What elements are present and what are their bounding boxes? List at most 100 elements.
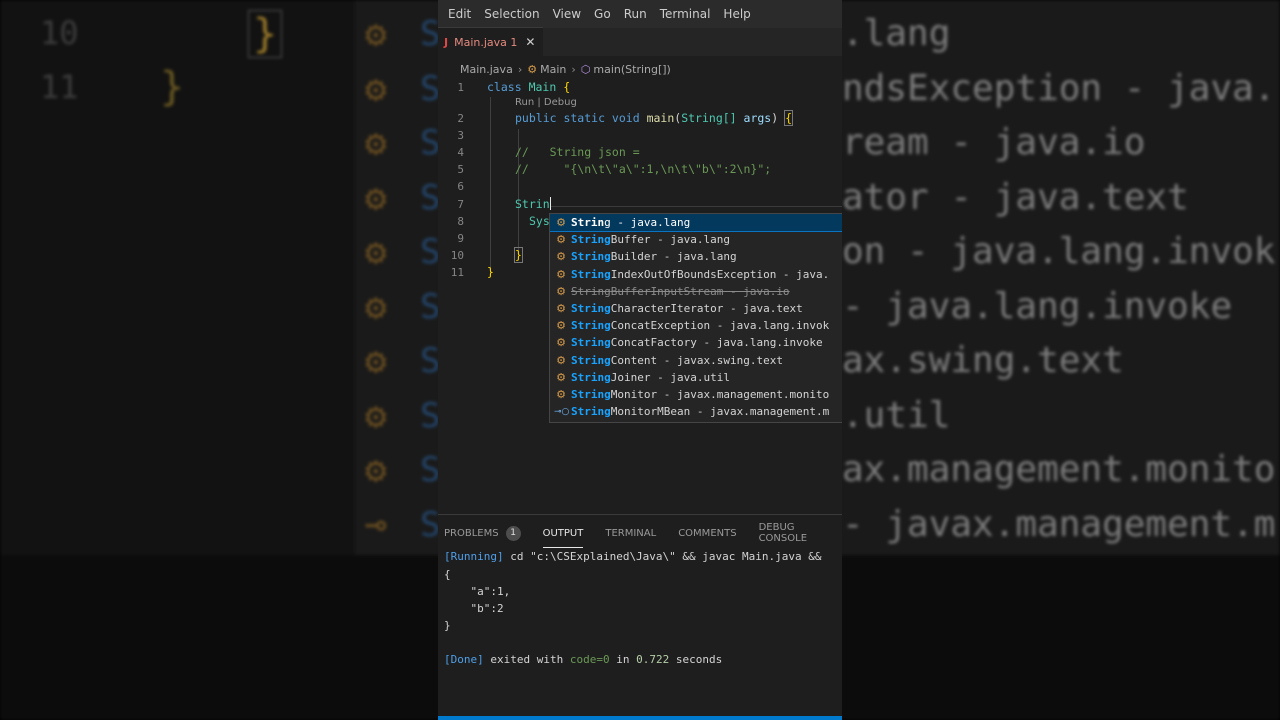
code-line-5: // "{\n\t\"a\":1,\n\t\"b\":2\n}"; — [515, 162, 772, 176]
suggestion-match: String — [571, 233, 611, 247]
menu-help[interactable]: Help — [723, 7, 750, 21]
output-json-line: "a":1, — [444, 585, 511, 598]
suggestion-item[interactable]: ⚙ String BufferInputStream - java.io — [550, 283, 842, 300]
line-number: 5 — [457, 163, 464, 176]
bg-suggestion-text: - javax.management.m — [842, 503, 1276, 545]
bg-class-icon: ⚙ — [365, 14, 387, 55]
paren: ) — [771, 111, 779, 125]
menu-terminal[interactable]: Terminal — [660, 7, 711, 21]
output-json-line: { — [444, 568, 451, 581]
menu-run[interactable]: Run — [624, 7, 647, 21]
suggestion-item[interactable]: ⚙ String ConcatFactory - java.lang.invoke — [550, 334, 842, 351]
bg-line-number: 11 — [40, 68, 79, 106]
editor-window: Edit Selection View Go Run Terminal Help… — [438, 0, 842, 720]
bg-suggestion-text: ax.management.monito — [842, 449, 1276, 490]
suggestion-match: String — [571, 302, 611, 316]
code-line-4: // String json = — [515, 145, 640, 159]
bg-class-icon: ⊸ — [365, 504, 387, 546]
line-number: 11 — [450, 266, 464, 279]
param-type: String[] — [681, 111, 737, 125]
bg-class-icon: ⚙ — [365, 123, 387, 164]
code-line-2: public static void main(String[] args) { — [515, 110, 794, 126]
line-number: 1 — [457, 81, 464, 94]
breadcrumb-class[interactable]: Main — [540, 63, 566, 76]
suggestion-match: String — [571, 267, 611, 281]
run-debug-codelens[interactable]: Run | Debug — [515, 97, 577, 108]
param-name: args — [743, 111, 772, 125]
bg-class-icon: ⚙ — [365, 232, 387, 273]
indent-guide — [490, 97, 491, 273]
suggestion-item[interactable]: ⚙ String Content - javax.swing.text — [550, 352, 842, 369]
bg-brace: } — [248, 10, 283, 58]
elapsed-time: 0.722 — [636, 653, 670, 666]
tab-terminal[interactable]: TERMINAL — [605, 528, 656, 539]
modifiers: public static void — [515, 111, 640, 125]
keyword: class — [487, 80, 522, 94]
tab-output[interactable]: OUTPUT — [542, 528, 583, 548]
suggestion-item[interactable]: ⊸○ String MonitorMBean - javax.management.… — [550, 403, 842, 420]
suggestion-item[interactable]: ⚙ String Monitor - javax.management.monito — [550, 386, 842, 403]
line-number: 8 — [457, 215, 464, 228]
bg-suggestion-text: ream - java.io — [842, 122, 1146, 163]
line-number: 7 — [457, 198, 464, 211]
menu-edit[interactable]: Edit — [448, 7, 471, 21]
class-icon: ⚙ — [556, 284, 566, 298]
breadcrumb-method[interactable]: main(String[]) — [593, 63, 670, 76]
menu-go[interactable]: Go — [594, 7, 611, 21]
suggestion-item[interactable]: ⚙ String CharacterIterator - java.text — [550, 300, 842, 317]
bg-suggestion-text: ator - java.text — [842, 176, 1189, 218]
suggestion-detail: Content - javax.swing.text — [610, 353, 783, 367]
status-bar — [438, 716, 842, 720]
output-running-line: [Running] cd "c:\CSExplained\Java\" && j… — [444, 550, 822, 563]
suggestion-item[interactable]: ⚙ String Builder - java.lang — [550, 248, 842, 265]
bg-suggestion-text: .lang — [842, 13, 951, 54]
suggestion-item[interactable]: ⚙ String ConcatException - java.lang.invok — [550, 317, 842, 334]
brace: { — [784, 110, 794, 126]
tab-label: Main.java 1 — [454, 35, 518, 49]
bottom-panel: PROBLEMS 1 OUTPUT TERMINAL COMMENTS DEBUG… — [438, 514, 842, 720]
bg-class-icon: ⚙ — [365, 341, 387, 382]
suggestion-detail: ConcatFactory - java.lang.invoke — [610, 336, 823, 350]
bg-suggestion-text: - java.lang.invoke — [842, 285, 1233, 327]
tab-main-java[interactable]: J Main.java 1 ✕ — [438, 27, 544, 56]
menu-view[interactable]: View — [553, 7, 581, 21]
suggestion-match: String — [571, 319, 611, 333]
bg-class-icon: ⚙ — [365, 395, 387, 437]
autocomplete-widget[interactable]: ⚙ Strin g - java.lang ⚙ String Buffer - java.… — [549, 213, 842, 423]
problems-count-badge: 1 — [505, 525, 521, 541]
class-icon: ⚙ — [527, 62, 538, 76]
suggestion-detail: IndexOutOfBoundsException - java. — [610, 267, 830, 281]
suggestion-detail: g - java.lang — [604, 216, 691, 230]
running-tag: [Running] — [444, 550, 504, 563]
line-number: 10 — [450, 249, 464, 262]
tab-problems[interactable]: PROBLEMS 1 — [444, 525, 521, 541]
suggestion-match: String — [571, 353, 611, 367]
done-tag: [Done] — [444, 653, 484, 666]
suggestion-item[interactable]: ⚙ String Buffer - java.lang — [550, 231, 842, 248]
suggestion-item[interactable]: ⚙ Strin g - java.lang — [550, 214, 842, 233]
suggestion-detail: ConcatException - java.lang.invok — [610, 319, 830, 333]
suggestion-detail: MonitorMBean - javax.management.m — [610, 405, 830, 419]
tab-debug-console[interactable]: DEBUG CONSOLE — [759, 522, 820, 544]
breadcrumb-file[interactable]: Main.java — [460, 63, 513, 76]
method-name: main — [646, 111, 675, 125]
chevron-right-icon: › — [517, 62, 523, 76]
menu-selection[interactable]: Selection — [484, 7, 539, 21]
suggestion-match: String — [571, 250, 611, 264]
tab-label: PROBLEMS — [444, 527, 499, 539]
suggestion-item[interactable]: ⚙ String Joiner - java.util — [550, 369, 842, 386]
tab-comments[interactable]: COMMENTS — [678, 528, 736, 539]
bg-suggestion-text: ndsException - java. — [842, 67, 1276, 109]
code-line-8: Sys — [529, 214, 550, 228]
exit-code: code=0 — [569, 653, 610, 666]
class-icon: ⚙ — [556, 216, 566, 230]
bg-class-icon: ⚙ — [365, 286, 387, 328]
suggestion-match: String — [571, 336, 611, 350]
line-number: 6 — [457, 180, 464, 193]
bg-class-icon: ⚙ — [365, 177, 387, 219]
chevron-right-icon: › — [571, 62, 576, 76]
brace: { — [563, 80, 571, 94]
line-number: 9 — [457, 232, 464, 245]
close-icon[interactable]: ✕ — [525, 35, 535, 49]
suggestion-item[interactable]: ⚙ String IndexOutOfBoundsException - java. — [550, 266, 842, 283]
